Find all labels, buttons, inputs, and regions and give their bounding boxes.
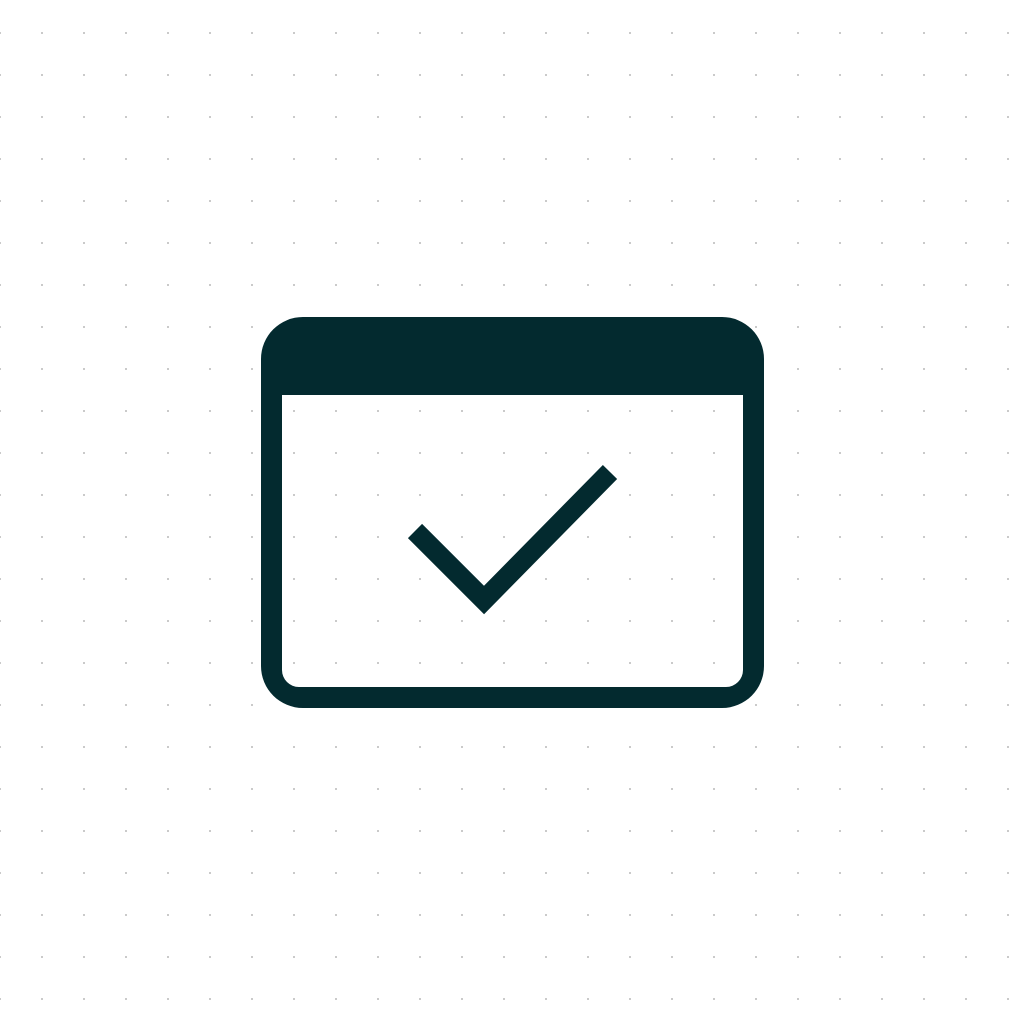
dotted-canvas [0, 0, 1024, 1024]
checkmark [407, 464, 618, 615]
window-check-icon [261, 317, 764, 708]
icon-container [0, 0, 1024, 1024]
window-frame [261, 317, 764, 708]
